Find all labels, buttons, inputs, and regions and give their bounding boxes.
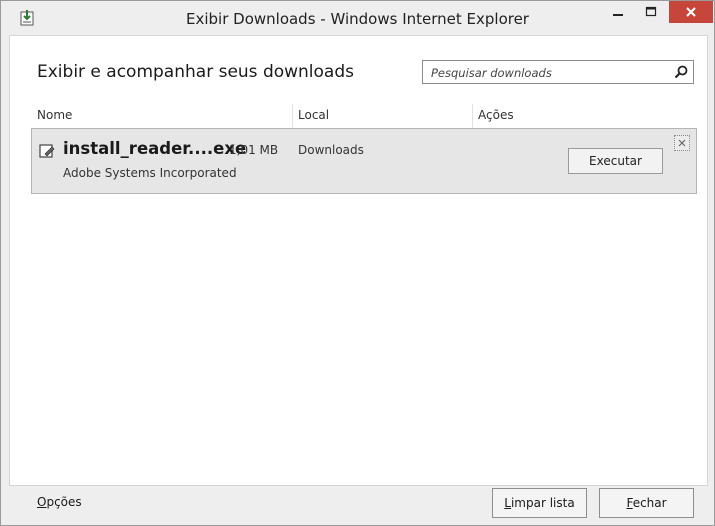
maximize-button[interactable]: [636, 1, 666, 23]
close-icon: [678, 139, 686, 147]
column-actions[interactable]: Ações: [478, 108, 514, 122]
remove-download-button[interactable]: [674, 135, 690, 151]
file-location[interactable]: Downloads: [298, 143, 364, 157]
download-manager-icon: [20, 10, 34, 26]
close-window-button[interactable]: [669, 1, 713, 23]
minimize-button[interactable]: [603, 1, 633, 23]
close-icon: [686, 7, 696, 17]
run-button[interactable]: Executar: [568, 148, 663, 174]
file-name: install_reader....exe: [63, 139, 247, 158]
close-label: echar: [632, 496, 667, 510]
column-divider[interactable]: [292, 104, 293, 128]
downloads-window: Exibir Downloads - Windows Internet Expl…: [0, 0, 715, 526]
close-button[interactable]: Fechar: [599, 488, 694, 518]
column-header: Nome Local Ações: [32, 104, 697, 129]
search-box[interactable]: [422, 60, 694, 85]
file-size: 1,01 MB: [229, 143, 279, 157]
file-icon: [39, 144, 55, 158]
downloads-panel: Exibir e acompanhar seus downloads Nome …: [9, 35, 708, 486]
column-divider[interactable]: [472, 104, 473, 128]
clear-accel: L: [504, 496, 511, 510]
column-location[interactable]: Local: [298, 108, 329, 122]
page-heading: Exibir e acompanhar seus downloads: [37, 62, 354, 82]
clear-label: impar lista: [510, 496, 575, 510]
download-item[interactable]: install_reader....exe 1,01 MB Adobe Syst…: [31, 128, 697, 194]
file-publisher: Adobe Systems Incorporated: [63, 166, 237, 180]
column-name[interactable]: Nome: [37, 108, 72, 122]
search-input[interactable]: [423, 61, 671, 85]
options-link[interactable]: Opções: [37, 495, 82, 509]
window-title: Exibir Downloads - Windows Internet Expl…: [186, 10, 529, 28]
options-label: pções: [46, 495, 82, 509]
title-bar[interactable]: Exibir Downloads - Windows Internet Expl…: [1, 1, 714, 35]
minimize-icon: [613, 14, 623, 16]
search-icon[interactable]: [674, 65, 688, 79]
clear-list-button[interactable]: Limpar lista: [492, 488, 587, 518]
maximize-icon: [645, 6, 657, 17]
